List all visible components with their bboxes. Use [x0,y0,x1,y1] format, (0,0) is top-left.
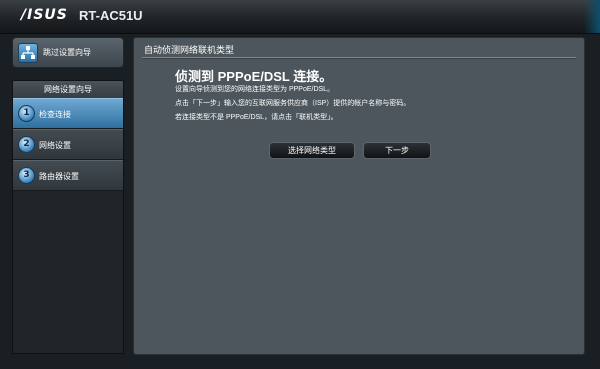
step-label: 检查连接 [39,110,71,119]
main-panel: 自动侦测网络联机类型 侦测到 PPPoE/DSL 连接。 设置向导侦测到您的网络… [133,37,585,355]
step-number-icon: 1 [18,105,35,122]
header-accent [584,0,600,33]
top-header: /ISUS RT-AC51U [0,0,600,34]
step-check-connection[interactable]: 1 检查连接 [13,98,123,129]
page-title: 自动侦测网络联机类型 [144,45,235,55]
step-router-setup[interactable]: 3 路由器设置 [13,160,123,191]
step-network-setup[interactable]: 2 网络设置 [13,129,123,160]
skip-wizard-label: 跳过设置向导 [43,48,91,57]
info-line-2: 点击「下一步」输入您的互联网服务供应商（ISP）提供的帐户名称与密码。 [175,100,411,107]
next-button[interactable]: 下一步 [363,142,431,159]
step-label: 路由器设置 [39,172,79,181]
asus-logo: /ISUS [21,7,68,23]
model-name: RT-AC51U [79,8,143,23]
network-icon [18,43,38,63]
step-number-icon: 2 [18,136,35,153]
wizard-steps-panel: 网络设置向导 1 检查连接 2 网络设置 3 路由器设置 [12,80,124,354]
step-number-icon: 3 [18,167,35,184]
select-network-type-button[interactable]: 选择网络类型 [269,142,355,159]
skip-wizard-button[interactable]: 跳过设置向导 [12,37,124,68]
title-divider [142,57,576,59]
info-line-3: 若连接类型不是 PPPoE/DSL，请点击「联机类型」。 [175,114,338,121]
step-label: 网络设置 [39,141,71,150]
detection-heading: 侦测到 PPPoE/DSL 连接。 [175,69,333,84]
wizard-title: 网络设置向导 [13,81,123,98]
info-line-1: 设置向导侦测到您的网络连接类型为 PPPoE/DSL。 [175,86,335,93]
